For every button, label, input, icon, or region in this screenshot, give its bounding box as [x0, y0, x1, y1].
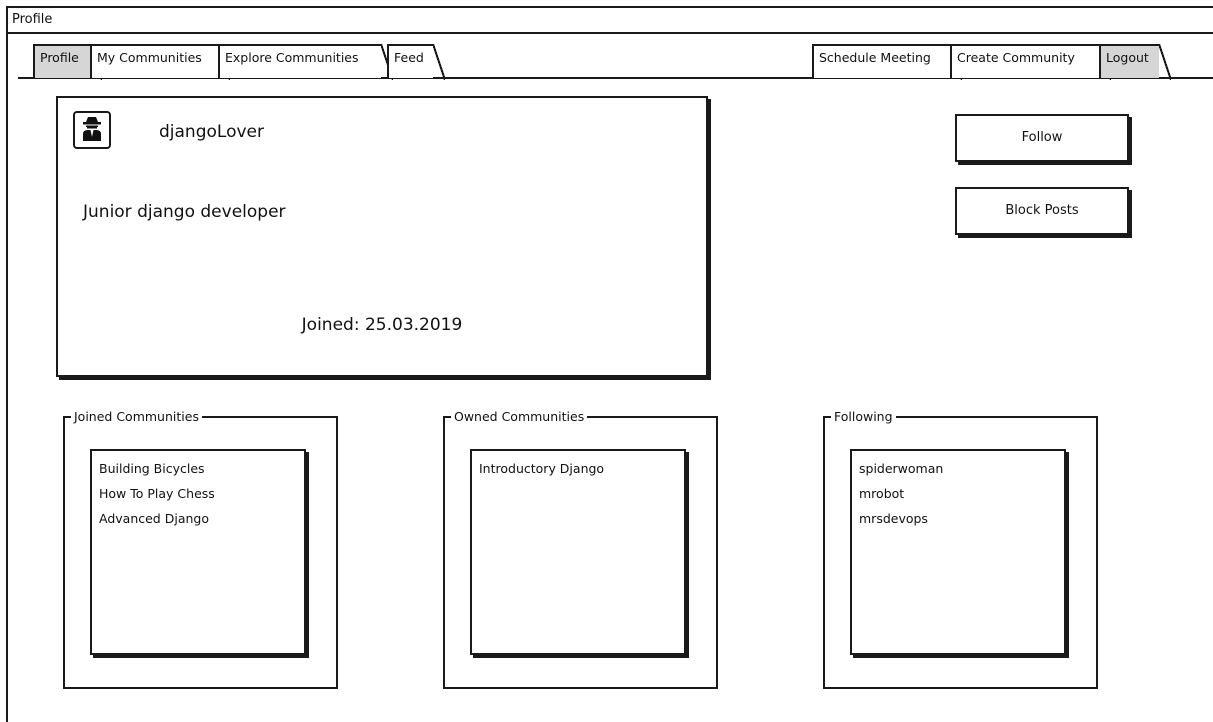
- joined-row: Joined: 25.03.2019: [58, 315, 706, 335]
- joined-date: Joined: 25.03.2019: [301, 315, 463, 335]
- list-item[interactable]: spiderwoman: [859, 456, 1057, 481]
- tab-feed[interactable]: Feed: [387, 44, 445, 80]
- tab-explore-communities[interactable]: Explore Communities: [218, 44, 393, 80]
- spy-icon: [80, 115, 104, 145]
- list-item[interactable]: Advanced Django: [99, 506, 297, 531]
- joined-communities-list[interactable]: Building Bicycles How To Play Chess Adva…: [90, 449, 306, 655]
- following-title: Following: [831, 408, 896, 426]
- tab-bar: Profile My Communities Explore Communiti…: [8, 36, 1213, 80]
- profile-card: djangoLover Junior django developer Join…: [56, 96, 708, 377]
- tab-my-communities[interactable]: My Communities: [90, 44, 230, 80]
- joined-communities-panel: Joined Communities Building Bicycles How…: [63, 408, 338, 689]
- username: djangoLover: [159, 122, 264, 142]
- list-item[interactable]: Introductory Django: [479, 456, 677, 481]
- tab-schedule-meeting[interactable]: Schedule Meeting: [812, 44, 962, 80]
- list-item[interactable]: How To Play Chess: [99, 481, 297, 506]
- tab-profile[interactable]: Profile: [33, 44, 102, 80]
- list-item[interactable]: mrsdevops: [859, 506, 1057, 531]
- tab-logout[interactable]: Logout: [1099, 44, 1171, 80]
- user-bio: Junior django developer: [83, 202, 286, 222]
- list-item[interactable]: mrobot: [859, 481, 1057, 506]
- owned-communities-title: Owned Communities: [451, 408, 588, 426]
- following-list[interactable]: spiderwoman mrobot mrsdevops: [850, 449, 1066, 655]
- joined-communities-title: Joined Communities: [71, 408, 202, 426]
- follow-button[interactable]: Follow: [955, 114, 1129, 162]
- following-panel: Following spiderwoman mrobot mrsdevops: [823, 408, 1098, 689]
- avatar: [73, 111, 111, 149]
- owned-communities-panel: Owned Communities Introductory Django: [443, 408, 718, 689]
- tab-create-community[interactable]: Create Community: [950, 44, 1111, 80]
- block-posts-button[interactable]: Block Posts: [955, 187, 1129, 235]
- list-item[interactable]: Building Bicycles: [99, 456, 297, 481]
- window-title: Profile: [8, 8, 1213, 34]
- owned-communities-list[interactable]: Introductory Django: [470, 449, 686, 655]
